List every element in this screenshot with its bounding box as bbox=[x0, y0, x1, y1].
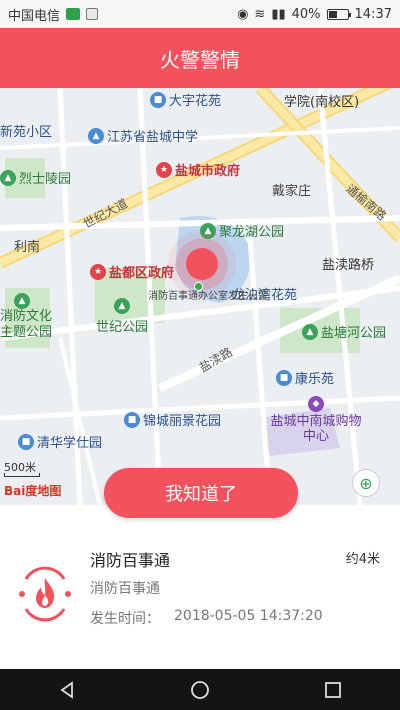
poi-daijiazhuang[interactable]: 戴家庄 bbox=[272, 180, 311, 199]
clock: 14:37 bbox=[354, 6, 392, 22]
back-icon bbox=[60, 680, 73, 699]
map-notification-icon bbox=[86, 8, 99, 20]
park-icon: ▲ bbox=[114, 298, 130, 314]
alarm-time-value: 2018-05-05 14:37:20 bbox=[174, 608, 323, 624]
poi-fire-culture-park[interactable]: ▲ 消防文化主题公园 bbox=[0, 293, 54, 341]
poi-college[interactable]: 学院(南校区) bbox=[284, 91, 359, 110]
alarm-title: 消防百事通 bbox=[90, 551, 171, 570]
poi-jincheng-lijing[interactable]: ■ 锦城丽景花园 bbox=[124, 410, 221, 429]
fire-location-marker[interactable] bbox=[186, 248, 218, 280]
park-icon: ▲ bbox=[302, 323, 318, 340]
school-icon: ▲ bbox=[88, 127, 104, 144]
poi-kangleyuan[interactable]: ■ 康乐苑 bbox=[276, 368, 334, 387]
park-icon: ▲ bbox=[14, 293, 30, 309]
alarm-time-label: 发生时间： bbox=[90, 611, 160, 627]
poi-dayu[interactable]: ■ 大宇花苑 bbox=[150, 90, 221, 109]
poi-xinyuan[interactable]: 新苑小区 bbox=[0, 121, 52, 140]
alarm-time: 发生时间： 2018-05-05 14:37:20 bbox=[90, 608, 323, 628]
recent-apps-button[interactable] bbox=[313, 675, 353, 705]
carrier-label: 中国电信 bbox=[8, 8, 61, 24]
system-nav-bar bbox=[0, 669, 400, 710]
map-scale-bar bbox=[4, 473, 40, 477]
recent-icon bbox=[325, 681, 342, 698]
government-star-icon: ★ bbox=[156, 161, 172, 178]
home-icon bbox=[191, 680, 209, 699]
poi-yandu-bridge[interactable]: 盐渎路桥 bbox=[322, 254, 374, 273]
poi-martyrs-cemetery[interactable]: ▲ 烈士陵园 bbox=[0, 168, 71, 187]
wifi-icon: ≋ bbox=[254, 6, 266, 22]
battery-icon bbox=[326, 8, 351, 20]
back-button[interactable] bbox=[47, 675, 87, 705]
battery-level: 40% bbox=[291, 6, 321, 22]
residential-icon: ■ bbox=[276, 369, 292, 386]
poi-yandu-government[interactable]: ★ 盐都区政府 bbox=[90, 262, 174, 281]
shopping-icon: ◆ bbox=[308, 396, 324, 412]
poi-zhongnan-mall[interactable]: ◆ 盐城中南城购物中心 bbox=[266, 396, 366, 444]
poi-julong-lake-park[interactable]: ▲ 聚龙湖公园 bbox=[200, 221, 284, 240]
poi-yancheng-school[interactable]: ▲ 江苏省盐城中学 bbox=[88, 126, 198, 145]
locate-icon[interactable]: ⊕ bbox=[352, 469, 380, 497]
home-button[interactable] bbox=[180, 675, 220, 705]
poi-city-government[interactable]: ★ 盐城市政府 bbox=[156, 160, 240, 179]
park-icon: ▲ bbox=[0, 169, 16, 186]
alarm-distance: 约4米 bbox=[345, 552, 380, 567]
poi-century-park[interactable]: ▲ 世纪公园 bbox=[96, 298, 148, 335]
park-icon: ▲ bbox=[200, 222, 216, 239]
alarm-location: 消防百事通 bbox=[90, 581, 160, 597]
map-view[interactable]: ■ 大宇花苑 学院(南校区) 新苑小区 ▲ 江苏省盐城中学 ★ 盐城市政府 ▲ … bbox=[0, 88, 400, 505]
poi-qinghua-xueshi[interactable]: ■ 清华学仕园 bbox=[18, 432, 102, 451]
marker-label: 消防百事通办公室发生火警 bbox=[148, 291, 268, 302]
status-bar: 中国电信 ◉ ≋ ▮▮ 40% 14:37 bbox=[0, 0, 400, 28]
poi-linan[interactable]: 利南 bbox=[14, 236, 40, 255]
baidu-map-logo: Bai度地图 bbox=[4, 484, 62, 498]
signal-icon: ▮▮ bbox=[271, 6, 286, 22]
poi-yantang-river-park[interactable]: ▲ 盐塘河公园 bbox=[302, 322, 386, 341]
page-title: 火警警情 bbox=[0, 28, 400, 88]
fire-alarm-icon bbox=[19, 566, 71, 622]
residential-icon: ■ bbox=[150, 91, 166, 108]
government-star-icon: ★ bbox=[90, 263, 106, 280]
residential-icon: ■ bbox=[18, 433, 34, 450]
sim-icon bbox=[66, 8, 81, 20]
acknowledge-button[interactable]: 我知道了 bbox=[104, 468, 298, 518]
residential-icon: ■ bbox=[124, 411, 140, 428]
eye-icon: ◉ bbox=[237, 6, 249, 22]
